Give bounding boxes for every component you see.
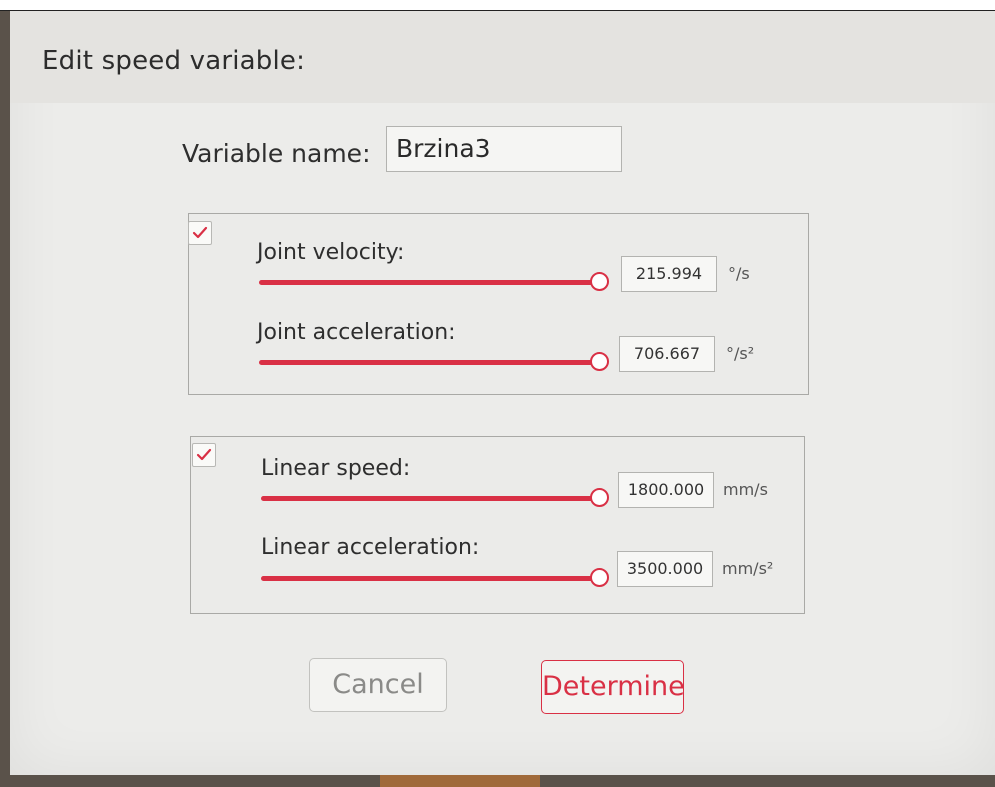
slider-thumb[interactable] (590, 352, 609, 371)
linear-acceleration-unit: mm/s² (722, 559, 774, 578)
linear-speed-unit: mm/s (723, 480, 768, 499)
linear-speed-value[interactable]: 1800.000 (618, 472, 714, 508)
variable-name-input[interactable]: Brzina3 (386, 126, 622, 172)
slider-track (261, 576, 600, 581)
slider-thumb[interactable] (590, 272, 609, 291)
linear-acceleration-value[interactable]: 3500.000 (617, 551, 713, 587)
joint-enable-checkbox[interactable] (188, 221, 212, 245)
joint-acceleration-label: Joint acceleration: (257, 320, 456, 345)
joint-acceleration-value[interactable]: 706.667 (619, 336, 715, 372)
linear-acceleration-slider[interactable] (261, 567, 609, 591)
slider-thumb[interactable] (590, 488, 609, 507)
cancel-button[interactable]: Cancel (309, 658, 447, 712)
slider-track (259, 360, 600, 365)
variable-name-label: Variable name: (182, 139, 371, 168)
joint-velocity-label: Joint velocity: (257, 240, 405, 265)
joint-velocity-unit: °/s (728, 264, 750, 283)
joint-acceleration-unit: °/s² (726, 344, 755, 363)
dialog-title: Edit speed variable: (42, 46, 306, 76)
linear-enable-checkbox[interactable] (192, 443, 216, 467)
linear-speed-label: Linear speed: (261, 456, 411, 481)
slider-track (261, 496, 600, 501)
background-strip (380, 775, 540, 787)
linear-acceleration-label: Linear acceleration: (261, 535, 480, 560)
top-strip (0, 0, 995, 11)
linear-speed-slider[interactable] (261, 487, 609, 511)
check-icon (196, 448, 212, 461)
check-icon (192, 226, 208, 239)
determine-button[interactable]: Determine (541, 660, 685, 714)
screen: Edit speed variable: Variable name: Brzi… (0, 0, 995, 787)
joint-velocity-slider[interactable] (259, 271, 609, 295)
slider-thumb[interactable] (590, 568, 609, 587)
joint-acceleration-slider[interactable] (259, 351, 609, 375)
slider-track (259, 280, 600, 285)
joint-velocity-value[interactable]: 215.994 (621, 256, 717, 292)
